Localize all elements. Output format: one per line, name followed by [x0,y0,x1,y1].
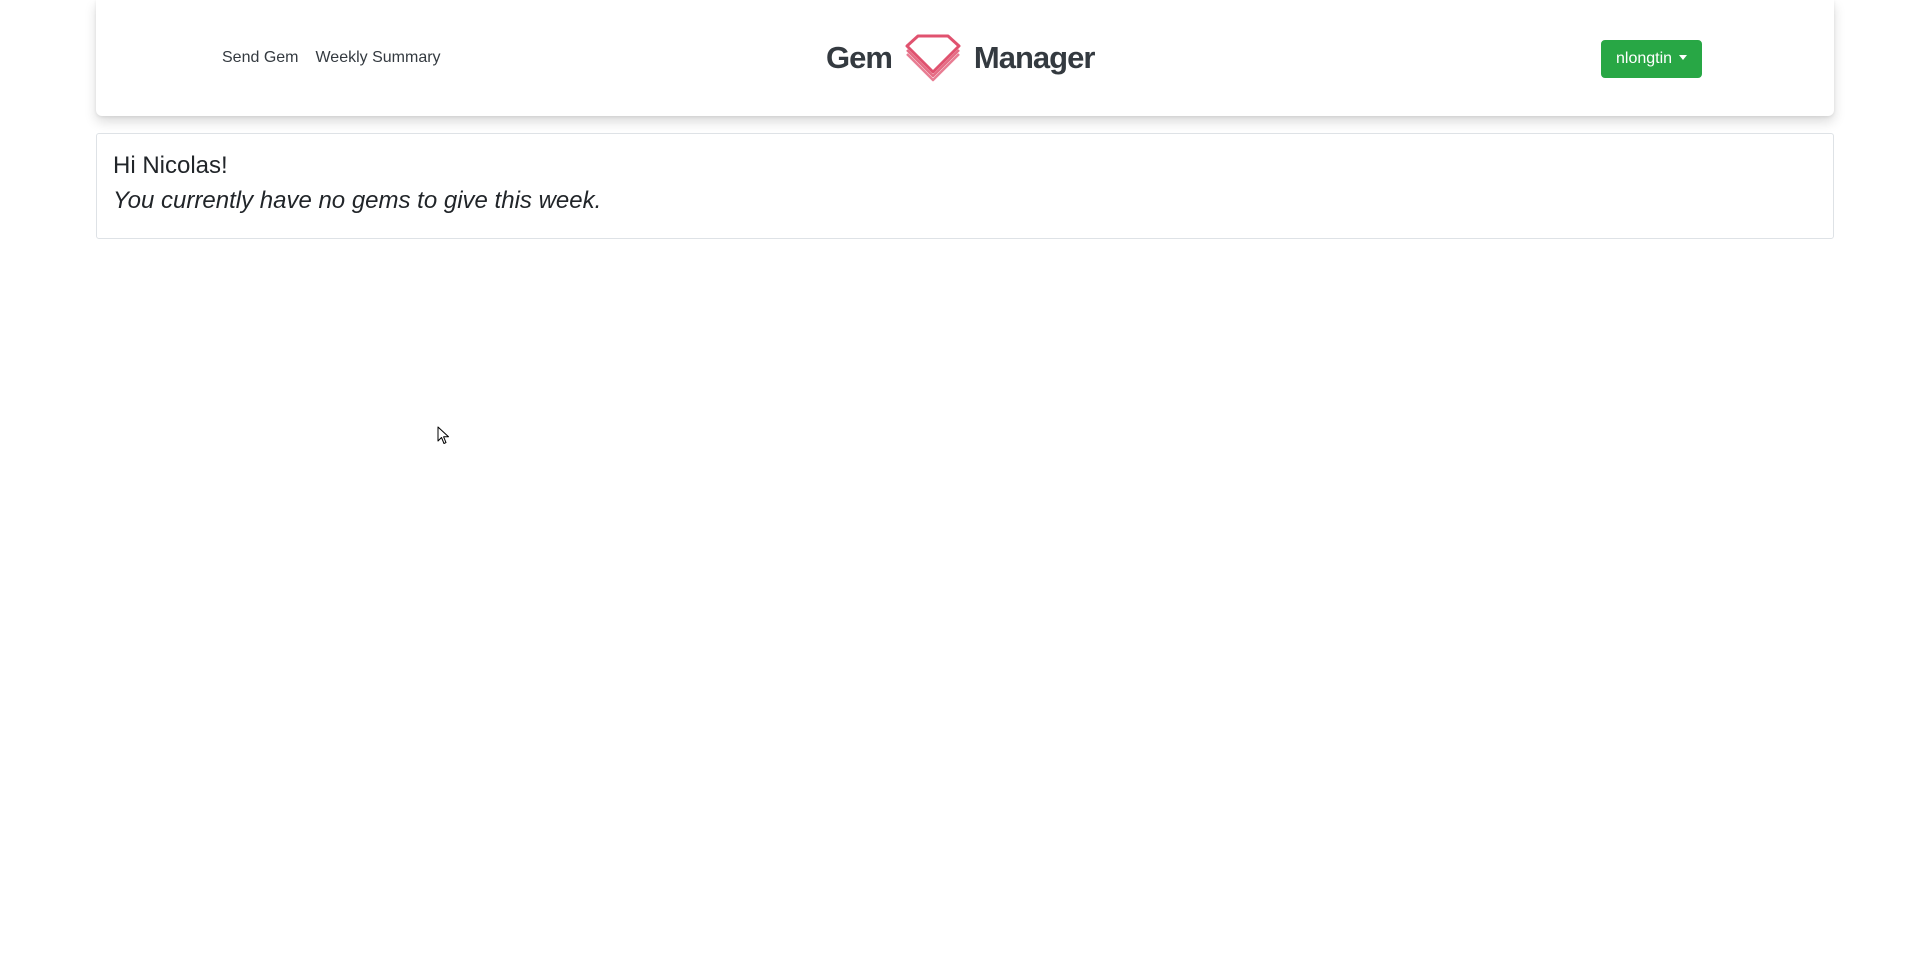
welcome-card: Hi Nicolas! You currently have no gems t… [96,133,1834,239]
mouse-cursor-icon [437,426,449,444]
caret-down-icon [1679,55,1688,60]
gem-icon [905,34,961,82]
greeting-heading: Hi Nicolas! [113,152,228,179]
brand-text-left: Gem [826,40,893,75]
nav-link-weekly-summary[interactable]: Weekly Summary [315,49,440,67]
brand-logo[interactable]: Gem Manager [826,0,1095,116]
nav-link-send-gem[interactable]: Send Gem [222,49,298,67]
top-navbar: Send Gem Weekly Summary Gem Manager nlon… [96,0,1834,116]
nav-links: Send Gem Weekly Summary [222,0,441,116]
user-menu-dropdown-button[interactable]: nlongtin [1601,40,1703,78]
brand-text-right: Manager [973,40,1095,75]
username-label: nlongtin [1616,50,1673,67]
gem-status-message: You currently have no gems to give this … [113,187,602,214]
